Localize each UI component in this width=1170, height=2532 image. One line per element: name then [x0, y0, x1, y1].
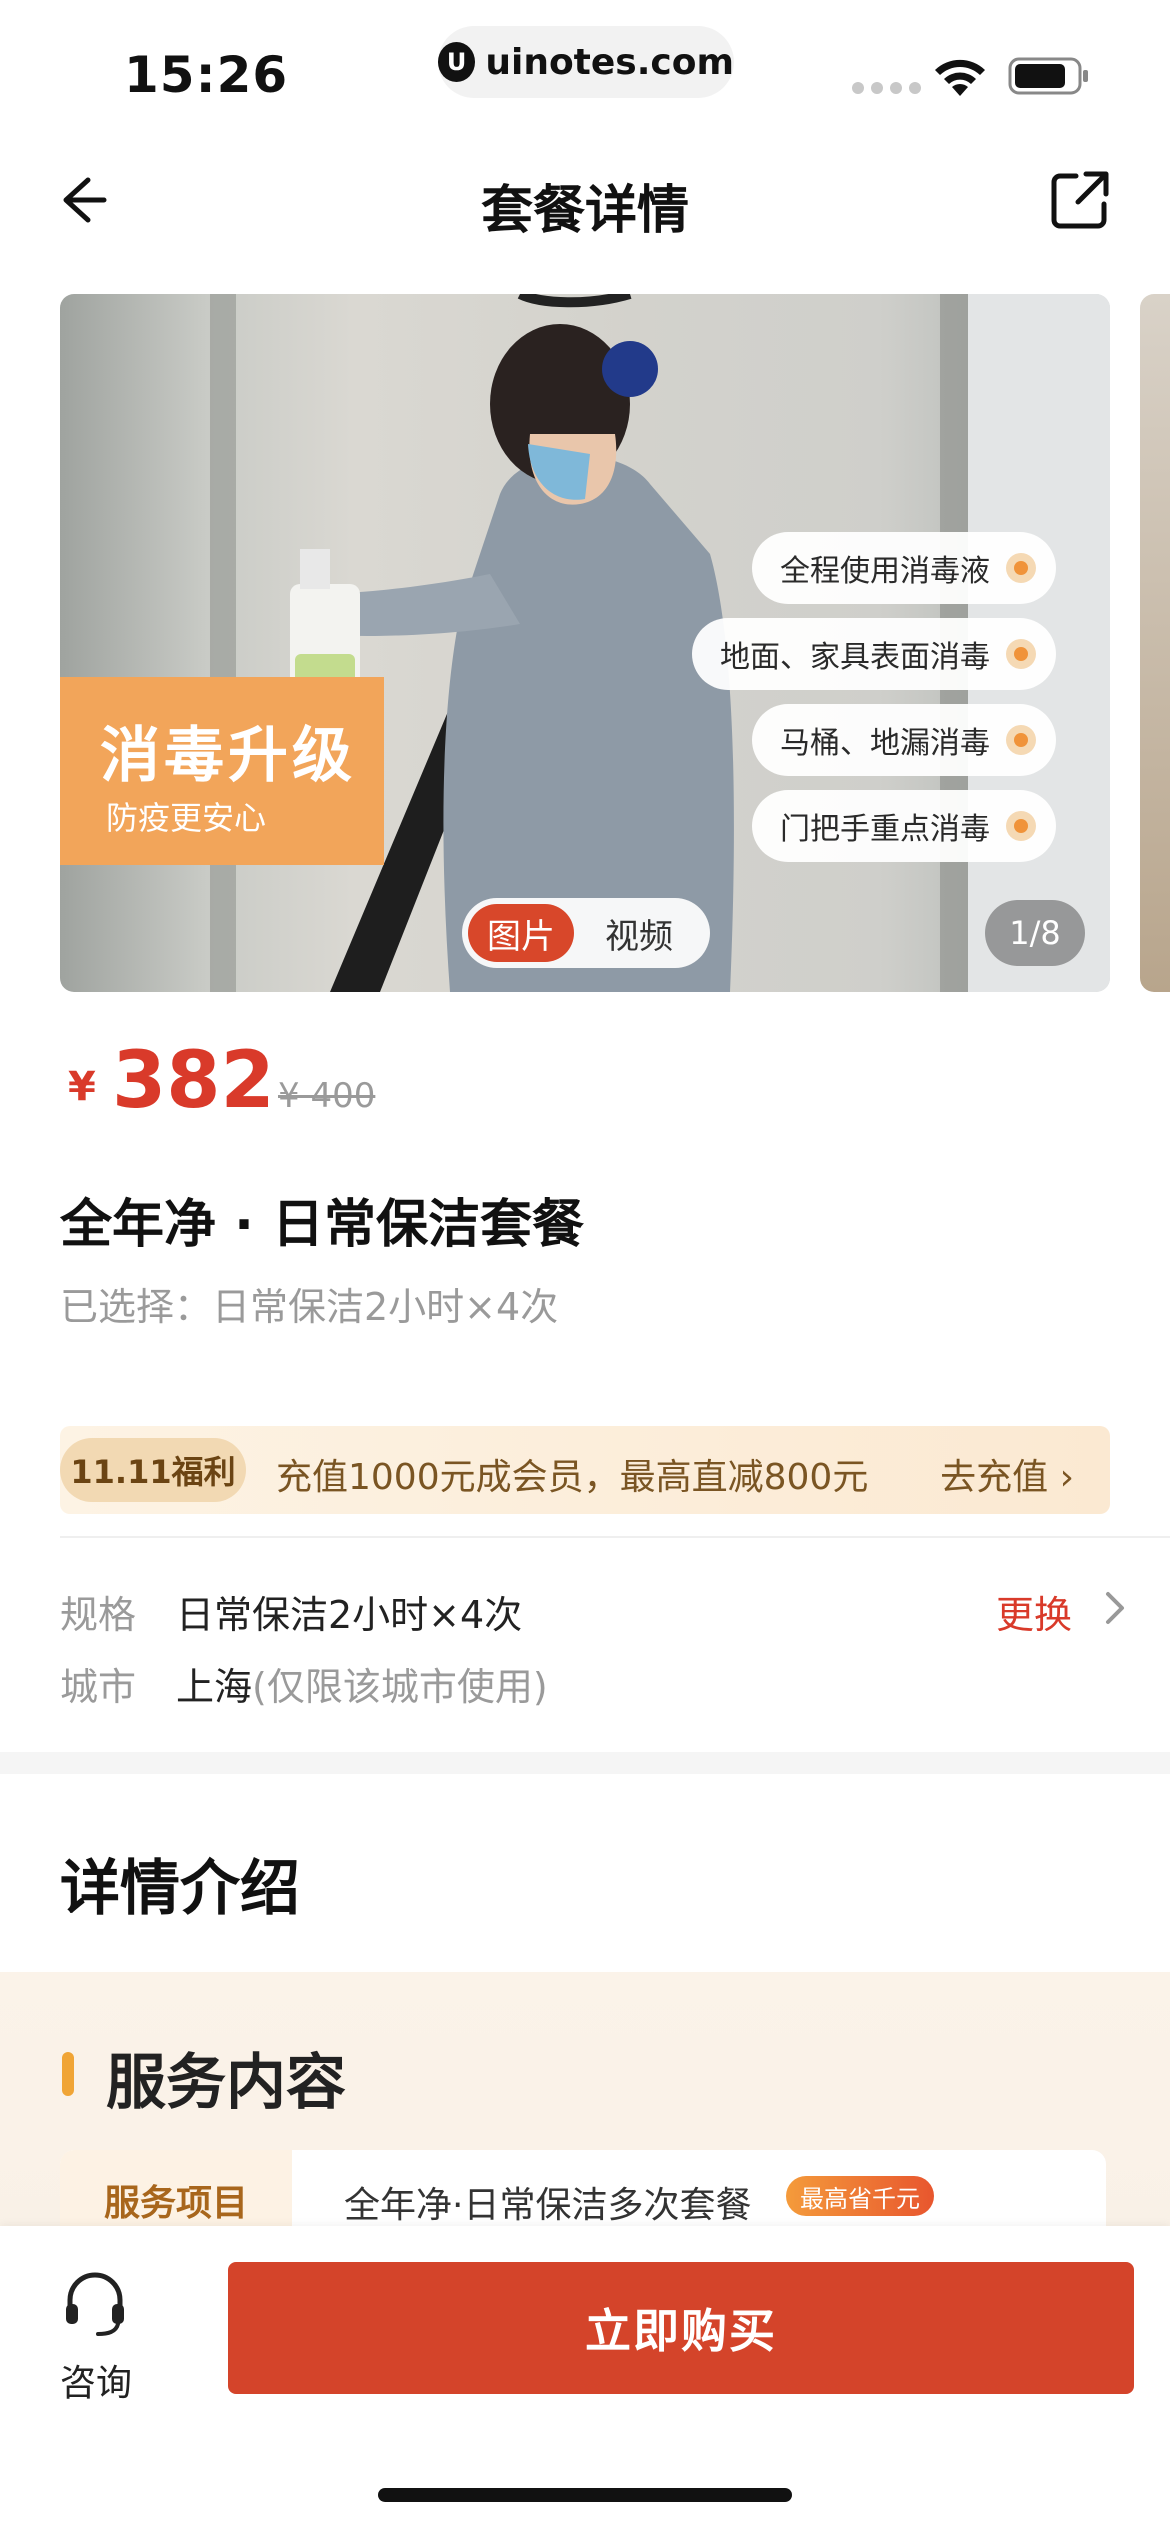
promo-subtitle: 防疫更安心: [106, 799, 267, 837]
promo-badge: 11.11福利: [60, 1438, 246, 1502]
divider: [60, 1536, 1170, 1538]
feature-tag: 地面、家具表面消毒: [692, 618, 1056, 690]
tab-images[interactable]: 图片: [468, 904, 574, 962]
city-label: 城市: [60, 1665, 137, 1709]
consult-label[interactable]: 咨询: [60, 2354, 132, 2406]
home-indicator[interactable]: [378, 2488, 792, 2502]
nav-bar: 套餐详情: [0, 140, 1170, 260]
orange-dot-icon: [1006, 553, 1036, 583]
current-price: 382: [112, 1036, 275, 1126]
media-toggle: 图片 视频: [462, 898, 710, 968]
image-counter: 1/8: [985, 900, 1085, 966]
feature-tag: 门把手重点消毒: [752, 790, 1056, 862]
spec-value: 日常保洁2小时×4次: [176, 1593, 523, 1637]
city-name: 上海: [176, 1665, 253, 1709]
feature-tag-label: 门把手重点消毒: [780, 812, 990, 847]
url-text: uinotes.com: [485, 41, 734, 83]
site-logo-icon: U: [438, 42, 476, 82]
promo-title: 消毒升级: [100, 721, 356, 791]
details-heading: 详情介绍: [60, 1854, 300, 1924]
feature-tag-label: 马桶、地漏消毒: [780, 726, 990, 761]
change-spec-button[interactable]: 更换: [996, 1584, 1072, 1639]
banner-door-frame: [210, 294, 236, 992]
service-row-value: 全年净·日常保洁多次套餐: [344, 2185, 752, 2226]
promo-text: 充值1000元成会员，最高直减800元: [276, 1457, 869, 1498]
wifi-icon: [935, 59, 985, 96]
orange-dot-icon: [1006, 811, 1036, 841]
bottom-action-bar: 咨询 立即购买: [0, 2226, 1170, 2532]
original-price: ¥ 400: [278, 1076, 376, 1116]
promo-label: 消毒升级 防疫更安心: [60, 677, 384, 865]
feature-tag-label: 地面、家具表面消毒: [720, 640, 990, 675]
orange-dot-icon: [1006, 639, 1036, 669]
product-image-carousel[interactable]: 消毒升级 防疫更安心 全程使用消毒液 地面、家具表面消毒 马桶、地漏消毒 门把手…: [60, 294, 1110, 992]
recharge-link[interactable]: 去充值 ›: [940, 1448, 1074, 1500]
orange-dot-icon: [1006, 725, 1036, 755]
next-slide-peek[interactable]: [1140, 294, 1170, 992]
feature-tag-label: 全程使用消毒液: [780, 554, 990, 589]
chevron-right-icon[interactable]: [1100, 1586, 1130, 1630]
feature-tag: 马桶、地漏消毒: [752, 704, 1056, 776]
status-time: 15:26: [124, 46, 289, 104]
section-accent-bar: [62, 2052, 74, 2096]
status-bar: 15:26 U uinotes.com: [0, 0, 1170, 130]
tab-video[interactable]: 视频: [584, 904, 694, 962]
currency-symbol: ¥: [68, 1064, 96, 1110]
selected-option: 已选择：日常保洁2小时×4次: [60, 1285, 559, 1329]
spec-label: 规格: [60, 1593, 137, 1637]
member-recharge-banner[interactable]: 11.11福利 充值1000元成会员，最高直减800元 去充值 ›: [60, 1426, 1110, 1514]
buy-now-button[interactable]: 立即购买: [228, 2262, 1134, 2394]
feature-tag: 全程使用消毒液: [752, 532, 1056, 604]
savings-badge: 最高省千元: [786, 2176, 934, 2216]
url-pill[interactable]: U uinotes.com: [438, 26, 734, 98]
headset-icon[interactable]: [60, 2268, 130, 2338]
cellular-signal-icon: [852, 82, 921, 94]
service-heading: 服务内容: [106, 2048, 346, 2118]
page-title: 套餐详情: [480, 181, 689, 241]
share-icon[interactable]: [1046, 166, 1114, 234]
product-title: 全年净 · 日常保洁套餐: [60, 1195, 584, 1255]
city-value: 上海(仅限该城市使用): [176, 1656, 548, 1711]
service-section: 服务内容 服务项目 全年净·日常保洁多次套餐 最高省千元: [0, 1972, 1170, 2270]
city-note: (仅限该城市使用): [252, 1665, 548, 1709]
section-separator: [0, 1752, 1170, 1774]
battery-icon: [1008, 57, 1088, 95]
